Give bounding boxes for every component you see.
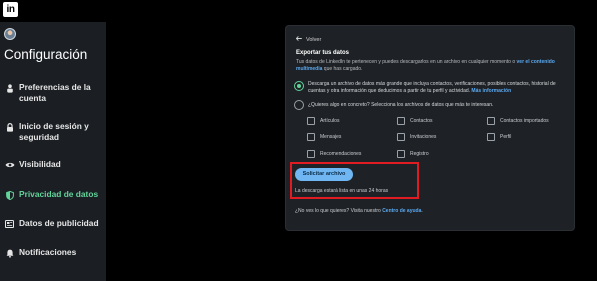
export-data-card: Volver Exportar tus datos Tus datos de L… [285, 25, 575, 231]
checkbox-recommendations[interactable] [307, 150, 315, 158]
specific-files-radio[interactable] [294, 100, 304, 110]
back-link[interactable]: Volver [295, 36, 322, 43]
help-center-link[interactable]: Centro de ayuda [382, 208, 421, 214]
page-title: Configuración [4, 47, 88, 62]
sidebar-item-account-preferences[interactable]: Preferencias de la cuenta [0, 82, 106, 104]
checkbox-contacts[interactable] [397, 117, 405, 125]
bell-icon [0, 247, 19, 258]
sidebar-item-label: Privacidad de datos [19, 189, 99, 199]
sidebar-item-sign-in-security[interactable]: Inicio de sesión y seguridad [0, 121, 106, 143]
avatar[interactable] [4, 28, 16, 40]
full-archive-description: Descarga un archivo de datos más grande … [308, 81, 556, 94]
eye-icon [0, 159, 19, 169]
section-description: Tus datos de LinkedIn te pertenecen y pu… [296, 59, 566, 73]
more-info-link[interactable]: Más información [471, 88, 511, 94]
sidebar-item-label: Datos de publicidad [19, 218, 99, 228]
sidebar-item-label: Inicio de sesión y [19, 121, 89, 131]
download-eta-text: La descarga estará lista en unas 24 hora… [295, 188, 389, 194]
checkbox-label: Contactos importados [500, 118, 549, 124]
sidebar-item-label: Visibilidad [19, 159, 61, 169]
lock-icon [0, 121, 19, 132]
checkbox-label: Registro [410, 151, 429, 157]
section-title: Exportar tus datos [296, 50, 350, 56]
full-archive-radio[interactable] [294, 81, 304, 91]
sidebar-item-label: seguridad [19, 132, 60, 142]
checkbox-label: Recomendaciones [320, 151, 362, 157]
checkbox-articles[interactable] [307, 117, 315, 125]
full-archive-option-text: Descarga un archivo de datos más grande … [308, 81, 566, 94]
person-icon [0, 82, 19, 93]
shield-icon [0, 189, 19, 200]
sidebar-item-label: Notificaciones [19, 247, 77, 257]
help-text: ¿No ves lo que quieres? Visita nuestro C… [295, 208, 423, 214]
checkbox-registration[interactable] [397, 150, 405, 158]
checkbox-label: Invitaciones [410, 134, 437, 140]
newspaper-icon [0, 218, 19, 228]
back-label: Volver [306, 36, 322, 43]
sidebar-item-visibility[interactable]: Visibilidad [0, 159, 106, 170]
checkbox-profile[interactable] [487, 133, 495, 141]
sidebar-item-notifications[interactable]: Notificaciones [0, 247, 106, 258]
checkbox-invitations[interactable] [397, 133, 405, 141]
description-text: Tus datos de LinkedIn te pertenecen y pu… [296, 59, 517, 65]
checkbox-label: Artículos [320, 118, 340, 124]
specific-files-option-text: ¿Quieres algo en concreto? Selecciona lo… [308, 102, 494, 108]
description-text-end: que has cargado. [322, 66, 363, 72]
linkedin-logo[interactable]: in [3, 2, 18, 17]
help-text-suffix: . [421, 208, 423, 214]
request-archive-button[interactable]: Solicitar archivo [295, 168, 353, 181]
settings-sidebar: Configuración Preferencias de la cuenta I… [0, 22, 106, 281]
checkbox-imported-contacts[interactable] [487, 117, 495, 125]
sidebar-item-label: Preferencias de la [19, 82, 91, 92]
help-text-prefix: ¿No ves lo que quieres? Visita nuestro [295, 208, 383, 214]
checkbox-label: Contactos [410, 118, 433, 124]
arrow-left-icon [295, 36, 302, 43]
sidebar-item-label: cuenta [19, 93, 46, 103]
checkbox-label: Perfil [500, 134, 512, 140]
checkbox-label: Mensajes [320, 134, 342, 140]
sidebar-item-advertising-data[interactable]: Datos de publicidad [0, 218, 106, 229]
top-bar: in [0, 0, 597, 22]
sidebar-item-data-privacy[interactable]: Privacidad de datos [0, 189, 106, 200]
checkbox-messages[interactable] [307, 133, 315, 141]
